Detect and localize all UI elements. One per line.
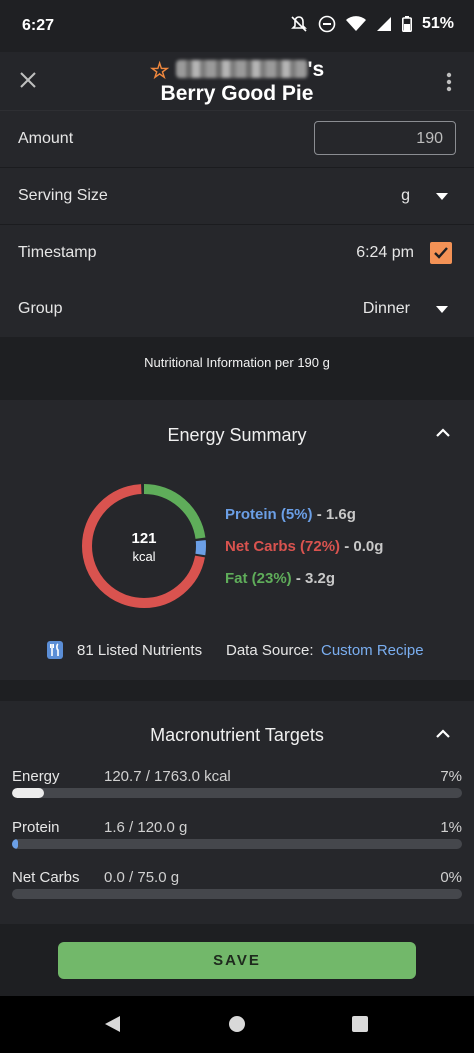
recipe-owner: ☆ 's (0, 58, 474, 84)
macro-protein-bar (12, 839, 462, 849)
status-bar: 6:27 51% (0, 0, 474, 52)
amount-label: Amount (18, 130, 74, 147)
fork-knife-icon (47, 641, 63, 659)
collapse-chevron-icon[interactable] (436, 729, 450, 739)
legend-protein-label: Protein (5%) (225, 506, 313, 523)
macro-carbs-label: Net Carbs (12, 869, 80, 886)
legend-protein: Protein (5%) - 1.6g (225, 506, 356, 523)
timestamp-label: Timestamp (18, 244, 97, 261)
app-header: ☆ 's Berry Good Pie (0, 52, 474, 111)
nutrition-info-text: Nutritional Information per 190 g (144, 355, 330, 370)
recents-icon[interactable] (351, 1015, 369, 1033)
kcal-unit: kcal (132, 549, 156, 564)
group-row[interactable]: Group Dinner (0, 281, 474, 338)
legend-fat-value: - 3.2g (295, 570, 336, 587)
star-icon[interactable]: ☆ (150, 58, 170, 83)
more-options-icon[interactable] (446, 72, 452, 92)
macro-energy-fill (12, 788, 44, 798)
signal-icon (376, 17, 391, 31)
page-title: Berry Good Pie (160, 82, 314, 105)
mute-notifications-icon (291, 16, 307, 32)
status-icons: 51% (290, 15, 454, 33)
group-label: Group (18, 300, 63, 317)
macro-carbs-bar (12, 889, 462, 899)
data-source-link[interactable]: Custom Recipe (321, 642, 424, 659)
wifi-icon (345, 16, 366, 31)
macro-carbs-value: 0.0 / 75.0 g (104, 869, 180, 886)
amount-value: 190 (416, 130, 443, 147)
owner-suffix: 's (307, 58, 325, 81)
energy-summary-title: Energy Summary (167, 425, 307, 445)
macro-energy-percent: 7% (440, 768, 462, 785)
macro-energy-value: 120.7 / 1763.0 kcal (104, 768, 231, 785)
legend-fat: Fat (23%) - 3.2g (225, 570, 335, 587)
legend-net-carbs: Net Carbs (72%) - 0.0g (225, 538, 383, 555)
collapse-chevron-icon[interactable] (436, 428, 450, 438)
back-icon[interactable] (104, 1015, 122, 1033)
macro-carbs-percent: 0% (440, 869, 462, 886)
timestamp-value[interactable]: 6:24 pm (356, 244, 414, 262)
serving-size-label: Serving Size (18, 187, 108, 204)
save-bar: SAVE (0, 924, 474, 996)
status-time: 6:27 (22, 17, 55, 34)
legend-fat-label: Fat (23%) (225, 570, 292, 587)
save-button[interactable]: SAVE (58, 942, 416, 979)
serving-size-value: g (401, 187, 410, 204)
home-icon[interactable] (228, 1015, 246, 1033)
legend-carbs-label: Net Carbs (72%) (225, 538, 341, 555)
battery-icon (401, 16, 412, 32)
check-icon (434, 247, 448, 259)
group-dropdown-icon[interactable] (436, 306, 448, 313)
timestamp-checkbox[interactable] (430, 242, 452, 264)
macro-protein-label: Protein (12, 819, 60, 836)
macronutrient-targets-card: Macronutrient Targets Energy 120.7 / 176… (0, 701, 474, 924)
listed-nutrients: 81 Listed Nutrients (77, 642, 203, 659)
macro-energy-label: Energy (12, 768, 60, 785)
legend-carbs-value: - 0.0g (344, 538, 384, 555)
do-not-disturb-icon (318, 15, 336, 33)
data-source-label: Data Source: (226, 642, 314, 659)
macro-targets-title: Macronutrient Targets (150, 725, 324, 745)
energy-footer: 81 Listed Nutrients Data Source: Custom … (0, 640, 474, 660)
serving-size-dropdown-icon[interactable] (436, 193, 448, 200)
group-value: Dinner (362, 300, 410, 317)
macro-protein-value: 1.6 / 120.0 g (104, 819, 188, 836)
kcal-value: 121 (131, 530, 157, 547)
battery-percent: 51% (421, 15, 454, 32)
timestamp-row: Timestamp 6:24 pm (0, 225, 474, 282)
redacted-name (175, 60, 308, 78)
macro-protein-percent: 1% (440, 819, 462, 836)
amount-input[interactable]: 190 (314, 121, 456, 155)
nutrition-info-line: Nutritional Information per 190 g (0, 337, 474, 399)
amount-row: Amount 190 (0, 111, 474, 168)
macro-energy-bar (12, 788, 462, 798)
legend-protein-value: - 1.6g (316, 506, 356, 523)
macro-protein-fill (12, 839, 18, 849)
serving-size-row[interactable]: Serving Size g (0, 168, 474, 225)
system-nav-bar (0, 996, 474, 1053)
